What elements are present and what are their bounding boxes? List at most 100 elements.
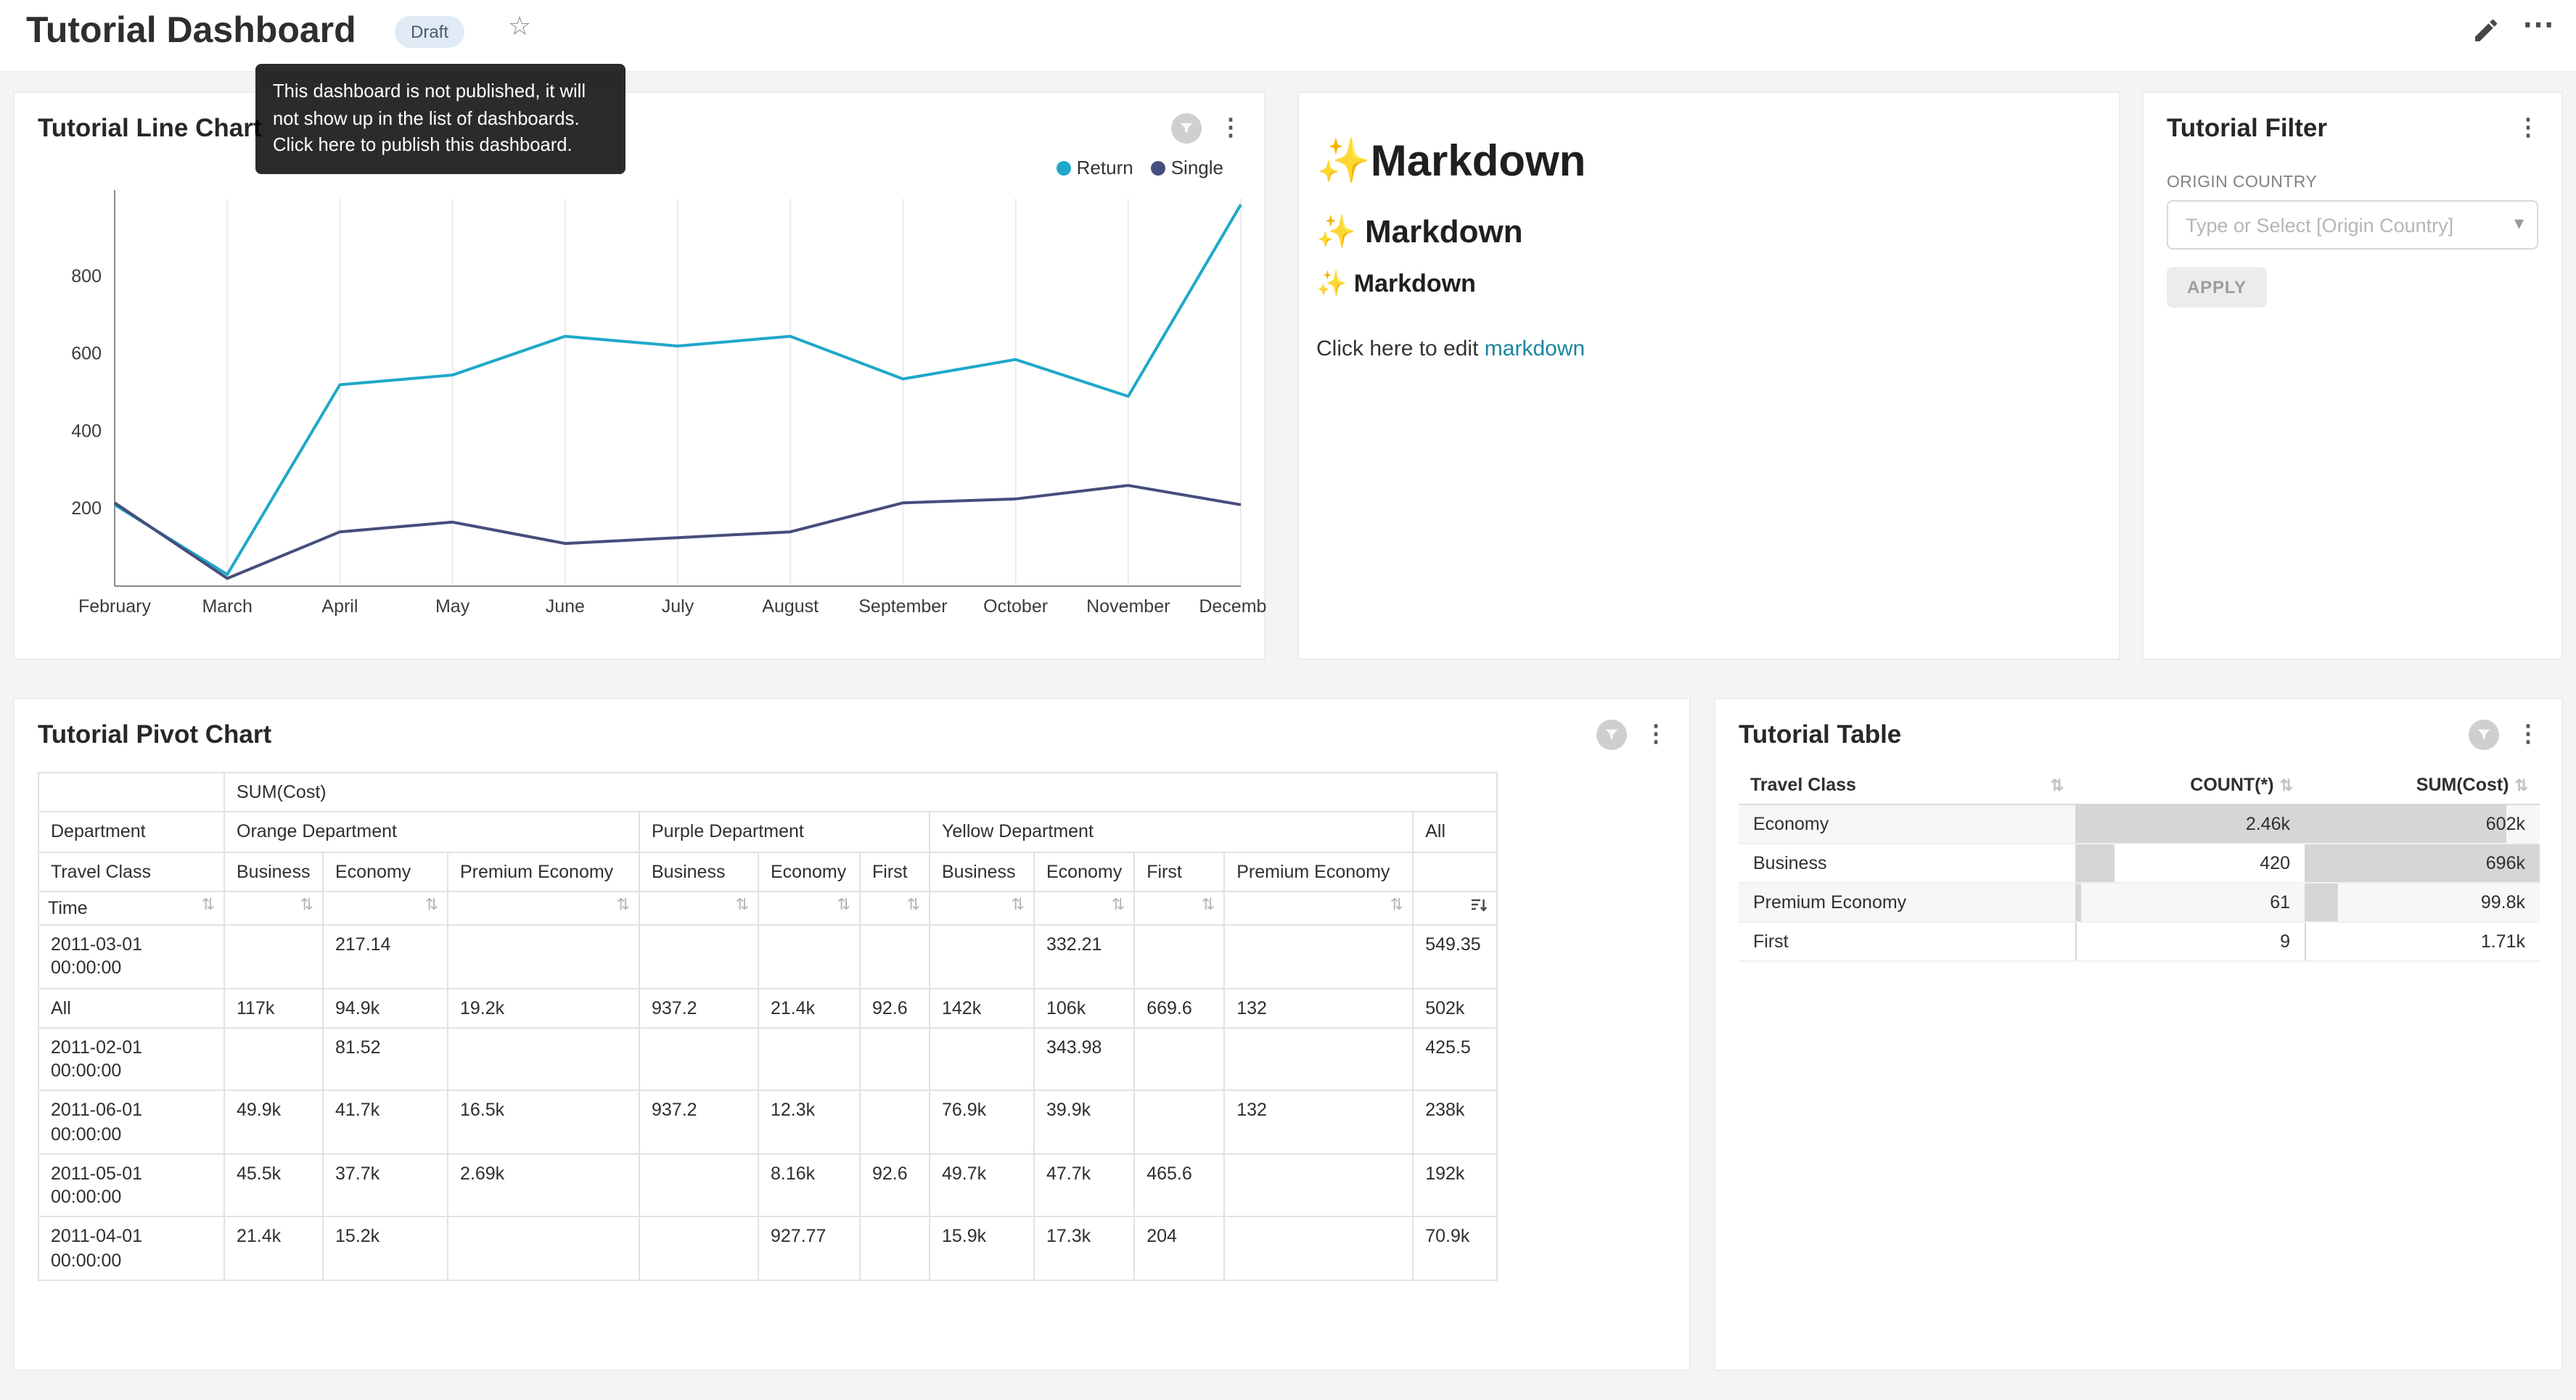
table-header-label: SUM(Cost) <box>2416 775 2509 795</box>
line-chart-card-header: Tutorial Line Chart ⋮ <box>38 110 1247 145</box>
table-cell-sum: 99.8k <box>2305 883 2540 922</box>
sort-icon[interactable]: ⇅ <box>300 897 313 915</box>
line-chart-canvas: 200400600800FebruaryMarchAprilMayJuneJul… <box>15 177 1267 641</box>
pivot-all-header: All <box>1413 812 1497 852</box>
pivot-value-cell: 549.35 <box>1413 925 1497 988</box>
pivot-value-cell: 70.9k <box>1413 1217 1497 1280</box>
markdown-edit-link[interactable]: markdown <box>1485 337 1585 361</box>
pivot-value-cell: 15.2k <box>323 1217 448 1280</box>
line-chart-card: Tutorial Line Chart ⋮ ReturnSingle 20040… <box>13 91 1266 660</box>
cross-filter-icon[interactable] <box>1171 112 1202 143</box>
pivot-sort-cell: ⇅ <box>1224 892 1413 926</box>
pivot-sort-cell: ⇅ <box>930 892 1034 926</box>
pivot-value-cell <box>1224 925 1413 988</box>
pivot-class-header: Premium Economy <box>448 852 639 892</box>
sort-icon[interactable]: ⇅ <box>837 897 850 915</box>
pivot-value-cell: 47.7k <box>1034 1154 1134 1217</box>
svg-text:September: September <box>858 596 947 617</box>
origin-country-select[interactable]: Type or Select [Origin Country] ▾ <box>2167 200 2538 250</box>
apply-button[interactable]: APPLY <box>2167 267 2267 308</box>
sort-icon: ⇅ <box>2280 775 2293 794</box>
markdown-content: ✨Markdown ✨ Markdown ✨ Markdown Click he… <box>1316 107 2096 361</box>
pivot-group-header: Yellow Department <box>930 812 1413 852</box>
sort-icon[interactable]: ⇅ <box>1390 897 1403 915</box>
pivot-value-cell <box>1224 1028 1413 1091</box>
pivot-value-cell: 17.3k <box>1034 1217 1134 1280</box>
pivot-col-dimension-label: Department <box>38 812 224 852</box>
pivot-value-cell <box>1134 1091 1224 1154</box>
markdown-paragraph: Click here to edit markdown <box>1316 337 2096 361</box>
pivot-value-cell: 332.21 <box>1034 925 1134 988</box>
pivot-class-header: Business <box>224 852 323 892</box>
table-header-count-[interactable]: COUNT(*)⇅ <box>2075 766 2305 804</box>
kebab-menu-icon[interactable]: ⋮ <box>2512 113 2544 142</box>
table-header-label: Travel Class <box>1750 775 1856 795</box>
table-header-sum-cost-[interactable]: SUM(Cost)⇅ <box>2305 766 2540 804</box>
pivot-empty-header <box>1413 852 1497 892</box>
svg-text:August: August <box>762 596 819 617</box>
table-cell-travel-class: Business <box>1739 844 2075 883</box>
pivot-row-label: All <box>38 988 224 1028</box>
draft-status-badge[interactable]: Draft <box>395 16 464 48</box>
kebab-menu-icon[interactable]: ⋮ <box>1215 113 1247 142</box>
sort-icon[interactable]: ⇅ <box>425 897 438 915</box>
svg-text:March: March <box>202 596 252 617</box>
sort-descending-icon[interactable] <box>1470 897 1488 915</box>
pivot-group-header: Purple Department <box>639 812 930 852</box>
legend-item-return[interactable]: Return <box>1057 157 1133 178</box>
cell-value: 602k <box>2486 814 2525 834</box>
kebab-menu-icon[interactable]: ⋮ <box>2512 720 2544 749</box>
cell-value: 696k <box>2486 853 2525 873</box>
sort-icon[interactable]: ⇅ <box>1112 897 1125 915</box>
cell-bar <box>2305 805 2507 843</box>
pivot-value-cell <box>639 925 758 988</box>
svg-text:200: 200 <box>71 498 102 519</box>
table-header-travel-class[interactable]: Travel Class⇅ <box>1739 766 2075 804</box>
table-row: First91.71k <box>1739 922 2540 961</box>
sort-icon[interactable]: ⇅ <box>1202 897 1215 915</box>
sort-icon[interactable]: ⇅ <box>907 897 920 915</box>
pivot-sort-cell: ⇅ <box>639 892 758 926</box>
sort-icon[interactable]: ⇅ <box>617 897 630 915</box>
table-cell-travel-class: First <box>1739 922 2075 961</box>
cell-value: 2.46k <box>2246 814 2290 834</box>
table-cell-count: 61 <box>2075 883 2305 922</box>
pivot-value-cell <box>860 1028 930 1091</box>
cross-filter-icon[interactable] <box>1596 719 1627 749</box>
legend-label: Single <box>1171 157 1223 178</box>
select-placeholder: Type or Select [Origin Country] <box>2186 214 2453 236</box>
markdown-h1: ✨Markdown <box>1316 136 2096 187</box>
cross-filter-icon[interactable] <box>2469 719 2499 749</box>
pivot-value-cell <box>930 1028 1034 1091</box>
sort-icon[interactable]: ⇅ <box>736 897 749 915</box>
pivot-value-cell: 937.2 <box>639 1091 758 1154</box>
cell-value: 99.8k <box>2481 892 2525 913</box>
sort-icon[interactable]: ⇅ <box>202 897 215 915</box>
table-row: Economy2.46k602k <box>1739 804 2540 844</box>
favorite-star-icon[interactable]: ☆ <box>508 12 531 42</box>
pivot-row-label: 2011-03-01 00:00:00 <box>38 925 224 988</box>
more-actions-icon[interactable]: ⋯ <box>2522 6 2556 44</box>
pivot-group-header: Orange Department <box>224 812 639 852</box>
sort-icon[interactable]: ⇅ <box>1012 897 1025 915</box>
pivot-value-cell <box>758 1028 860 1091</box>
filter-card: Tutorial Filter ⋮ ORIGIN COUNTRY Type or… <box>2142 91 2563 660</box>
pivot-row: All117k94.9k19.2k937.221.4k92.6142k106k6… <box>38 988 1497 1028</box>
table-card-header: Tutorial Table ⋮ <box>1739 717 2544 752</box>
legend-dot-icon <box>1057 160 1071 175</box>
svg-text:February: February <box>78 596 152 617</box>
pivot-value-cell <box>930 925 1034 988</box>
cell-value: 1.71k <box>2481 931 2525 952</box>
edit-pencil-icon[interactable] <box>2472 16 2501 45</box>
origin-country-label: ORIGIN COUNTRY <box>2167 174 2317 192</box>
pivot-value-cell: 15.9k <box>930 1217 1034 1280</box>
pivot-class-header: Business <box>639 852 758 892</box>
pivot-class-header: Economy <box>758 852 860 892</box>
markdown-h2: ✨ Markdown <box>1316 213 2096 251</box>
pivot-class-header: Premium Economy <box>1224 852 1413 892</box>
kebab-menu-icon[interactable]: ⋮ <box>1640 720 1672 749</box>
legend-item-single[interactable]: Single <box>1151 157 1223 178</box>
pivot-value-cell: 465.6 <box>1134 1154 1224 1217</box>
pivot-value-cell <box>448 1028 639 1091</box>
cell-bar <box>2075 844 2114 882</box>
